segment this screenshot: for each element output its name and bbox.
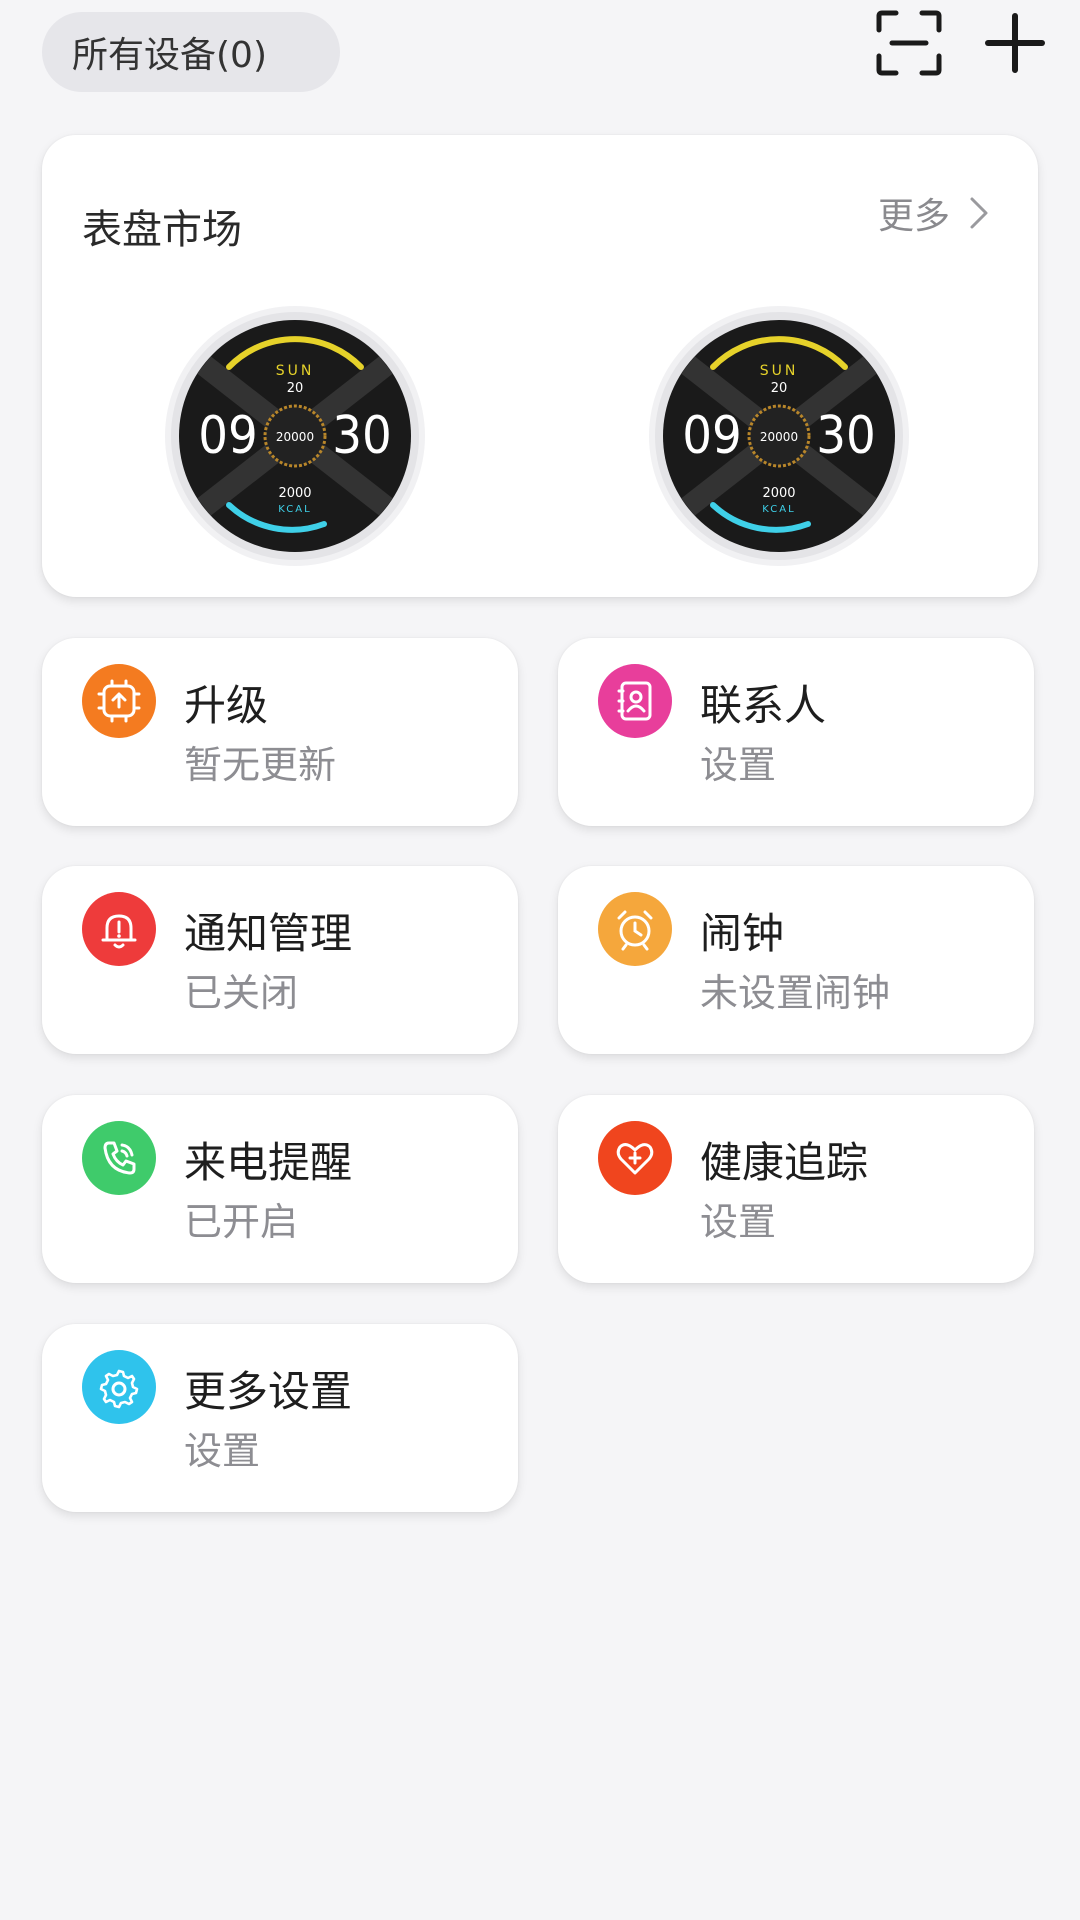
tile-title: 联系人 xyxy=(700,681,827,730)
tile-notifications[interactable]: 通知管理 已关闭 xyxy=(42,866,518,1054)
gear-icon xyxy=(82,1350,156,1424)
tile-health-tracking[interactable]: 健康追踪 设置 xyxy=(558,1095,1034,1283)
bell-icon xyxy=(82,892,156,966)
tile-subtitle: 未设置闹钟 xyxy=(700,971,891,1015)
alarm-clock-icon xyxy=(598,892,672,966)
watch-date: 20 xyxy=(771,381,788,396)
tile-title: 来电提醒 xyxy=(184,1138,353,1187)
device-selector[interactable]: 所有设备(0) xyxy=(42,12,340,92)
watch-kcal-label: KCAL xyxy=(278,504,311,515)
scan-icon[interactable] xyxy=(874,8,944,78)
tile-subtitle: 已开启 xyxy=(184,1200,299,1244)
top-bar: 所有设备(0) xyxy=(0,0,1080,110)
tile-subtitle: 已关闭 xyxy=(184,971,299,1015)
watch-day: SUN xyxy=(276,363,315,379)
chevron-right-icon xyxy=(970,197,988,229)
watch-minute: 30 xyxy=(332,406,392,466)
tile-title: 通知管理 xyxy=(184,909,353,958)
tile-incoming-call[interactable]: 来电提醒 已开启 xyxy=(42,1095,518,1283)
tile-alarm[interactable]: 闹钟 未设置闹钟 xyxy=(558,866,1034,1054)
watch-steps: 20000 xyxy=(276,430,314,444)
watch-minute: 30 xyxy=(816,406,876,466)
tile-subtitle: 设置 xyxy=(700,743,777,787)
tile-contacts[interactable]: 联系人 设置 xyxy=(558,638,1034,826)
heart-plus-icon xyxy=(598,1121,672,1195)
tile-title: 更多设置 xyxy=(184,1367,353,1416)
more-link[interactable]: 更多 xyxy=(878,187,992,239)
watch-steps: 20000 xyxy=(760,430,798,444)
tile-upgrade[interactable]: 升级 暂无更新 xyxy=(42,638,518,826)
tile-title: 健康追踪 xyxy=(700,1138,869,1187)
watch-kcal: 2000 xyxy=(278,486,311,501)
tile-title: 闹钟 xyxy=(700,909,785,958)
tile-more-settings[interactable]: 更多设置 设置 xyxy=(42,1324,518,1512)
more-label: 更多 xyxy=(877,196,950,237)
tile-title: 升级 xyxy=(184,681,269,730)
watch-face-market-card: 表盘市场 更多 SUN 20 09 30 20000 2000 KCAL SUN… xyxy=(42,135,1038,597)
upgrade-icon xyxy=(82,664,156,738)
watch-face-1[interactable]: SUN 20 09 30 20000 2000 KCAL xyxy=(164,305,426,567)
watch-day: SUN xyxy=(760,363,799,379)
tile-subtitle: 设置 xyxy=(700,1200,777,1244)
plus-icon[interactable] xyxy=(980,8,1050,78)
contacts-icon xyxy=(598,664,672,738)
watch-kcal: 2000 xyxy=(762,486,795,501)
watch-kcal-label: KCAL xyxy=(762,504,795,515)
market-title: 表盘市场 xyxy=(82,207,242,253)
watch-hour: 09 xyxy=(682,406,742,466)
watch-date: 20 xyxy=(287,381,304,396)
tile-subtitle: 设置 xyxy=(184,1429,261,1473)
watch-face-2[interactable]: SUN 20 09 30 20000 2000 KCAL xyxy=(648,305,910,567)
watch-hour: 09 xyxy=(198,406,258,466)
device-selector-label: 所有设备(0) xyxy=(72,35,267,76)
tile-subtitle: 暂无更新 xyxy=(184,743,337,787)
phone-icon xyxy=(82,1121,156,1195)
